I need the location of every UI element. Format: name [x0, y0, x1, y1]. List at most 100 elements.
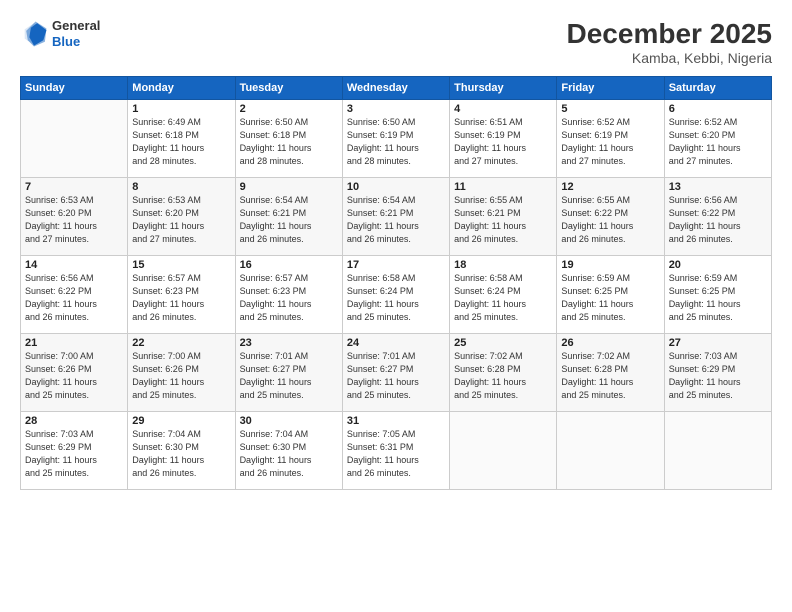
day-number: 16	[240, 259, 338, 271]
day-info: Sunrise: 6:57 AM Sunset: 6:23 PM Dayligh…	[240, 272, 338, 324]
day-number: 14	[25, 259, 123, 271]
calendar-cell: 26Sunrise: 7:02 AM Sunset: 6:28 PM Dayli…	[557, 334, 664, 412]
day-info: Sunrise: 6:54 AM Sunset: 6:21 PM Dayligh…	[347, 194, 445, 246]
day-number: 1	[132, 103, 230, 115]
day-info: Sunrise: 7:02 AM Sunset: 6:28 PM Dayligh…	[561, 350, 659, 402]
day-number: 4	[454, 103, 552, 115]
calendar-cell: 15Sunrise: 6:57 AM Sunset: 6:23 PM Dayli…	[128, 256, 235, 334]
day-number: 3	[347, 103, 445, 115]
calendar-week-1: 1Sunrise: 6:49 AM Sunset: 6:18 PM Daylig…	[21, 100, 772, 178]
calendar-cell: 14Sunrise: 6:56 AM Sunset: 6:22 PM Dayli…	[21, 256, 128, 334]
page-subtitle: Kamba, Kebbi, Nigeria	[567, 50, 772, 66]
day-info: Sunrise: 6:53 AM Sunset: 6:20 PM Dayligh…	[25, 194, 123, 246]
calendar-week-4: 21Sunrise: 7:00 AM Sunset: 6:26 PM Dayli…	[21, 334, 772, 412]
day-info: Sunrise: 6:51 AM Sunset: 6:19 PM Dayligh…	[454, 116, 552, 168]
day-number: 22	[132, 337, 230, 349]
page: General Blue December 2025 Kamba, Kebbi,…	[0, 0, 792, 612]
day-number: 28	[25, 415, 123, 427]
day-info: Sunrise: 6:54 AM Sunset: 6:21 PM Dayligh…	[240, 194, 338, 246]
day-number: 26	[561, 337, 659, 349]
calendar-week-3: 14Sunrise: 6:56 AM Sunset: 6:22 PM Dayli…	[21, 256, 772, 334]
weekday-header-monday: Monday	[128, 77, 235, 100]
day-info: Sunrise: 7:00 AM Sunset: 6:26 PM Dayligh…	[25, 350, 123, 402]
day-number: 18	[454, 259, 552, 271]
day-info: Sunrise: 7:01 AM Sunset: 6:27 PM Dayligh…	[347, 350, 445, 402]
calendar-cell: 18Sunrise: 6:58 AM Sunset: 6:24 PM Dayli…	[450, 256, 557, 334]
calendar-cell: 11Sunrise: 6:55 AM Sunset: 6:21 PM Dayli…	[450, 178, 557, 256]
day-info: Sunrise: 7:03 AM Sunset: 6:29 PM Dayligh…	[669, 350, 767, 402]
calendar-cell: 16Sunrise: 6:57 AM Sunset: 6:23 PM Dayli…	[235, 256, 342, 334]
day-number: 25	[454, 337, 552, 349]
day-info: Sunrise: 6:57 AM Sunset: 6:23 PM Dayligh…	[132, 272, 230, 324]
calendar-cell	[21, 100, 128, 178]
day-info: Sunrise: 6:55 AM Sunset: 6:22 PM Dayligh…	[561, 194, 659, 246]
calendar-cell: 29Sunrise: 7:04 AM Sunset: 6:30 PM Dayli…	[128, 412, 235, 490]
calendar-cell: 13Sunrise: 6:56 AM Sunset: 6:22 PM Dayli…	[664, 178, 771, 256]
day-number: 9	[240, 181, 338, 193]
calendar-cell: 23Sunrise: 7:01 AM Sunset: 6:27 PM Dayli…	[235, 334, 342, 412]
day-number: 31	[347, 415, 445, 427]
calendar-cell: 20Sunrise: 6:59 AM Sunset: 6:25 PM Dayli…	[664, 256, 771, 334]
day-info: Sunrise: 6:50 AM Sunset: 6:18 PM Dayligh…	[240, 116, 338, 168]
calendar-week-2: 7Sunrise: 6:53 AM Sunset: 6:20 PM Daylig…	[21, 178, 772, 256]
calendar-cell: 4Sunrise: 6:51 AM Sunset: 6:19 PM Daylig…	[450, 100, 557, 178]
calendar-cell	[450, 412, 557, 490]
calendar-cell: 7Sunrise: 6:53 AM Sunset: 6:20 PM Daylig…	[21, 178, 128, 256]
day-number: 15	[132, 259, 230, 271]
day-info: Sunrise: 6:55 AM Sunset: 6:21 PM Dayligh…	[454, 194, 552, 246]
day-info: Sunrise: 6:52 AM Sunset: 6:19 PM Dayligh…	[561, 116, 659, 168]
day-number: 13	[669, 181, 767, 193]
day-number: 5	[561, 103, 659, 115]
day-number: 27	[669, 337, 767, 349]
calendar-cell: 12Sunrise: 6:55 AM Sunset: 6:22 PM Dayli…	[557, 178, 664, 256]
weekday-header-saturday: Saturday	[664, 77, 771, 100]
day-info: Sunrise: 6:52 AM Sunset: 6:20 PM Dayligh…	[669, 116, 767, 168]
day-info: Sunrise: 6:59 AM Sunset: 6:25 PM Dayligh…	[561, 272, 659, 324]
day-info: Sunrise: 7:04 AM Sunset: 6:30 PM Dayligh…	[132, 428, 230, 480]
day-number: 2	[240, 103, 338, 115]
calendar-cell: 25Sunrise: 7:02 AM Sunset: 6:28 PM Dayli…	[450, 334, 557, 412]
title-block: December 2025 Kamba, Kebbi, Nigeria	[567, 18, 772, 66]
day-number: 6	[669, 103, 767, 115]
day-info: Sunrise: 7:00 AM Sunset: 6:26 PM Dayligh…	[132, 350, 230, 402]
calendar-cell: 9Sunrise: 6:54 AM Sunset: 6:21 PM Daylig…	[235, 178, 342, 256]
day-info: Sunrise: 6:56 AM Sunset: 6:22 PM Dayligh…	[25, 272, 123, 324]
calendar-cell: 22Sunrise: 7:00 AM Sunset: 6:26 PM Dayli…	[128, 334, 235, 412]
calendar-week-5: 28Sunrise: 7:03 AM Sunset: 6:29 PM Dayli…	[21, 412, 772, 490]
day-info: Sunrise: 7:03 AM Sunset: 6:29 PM Dayligh…	[25, 428, 123, 480]
page-title: December 2025	[567, 18, 772, 50]
day-number: 12	[561, 181, 659, 193]
day-info: Sunrise: 6:53 AM Sunset: 6:20 PM Dayligh…	[132, 194, 230, 246]
calendar-cell: 6Sunrise: 6:52 AM Sunset: 6:20 PM Daylig…	[664, 100, 771, 178]
calendar-cell: 19Sunrise: 6:59 AM Sunset: 6:25 PM Dayli…	[557, 256, 664, 334]
day-number: 30	[240, 415, 338, 427]
calendar-cell: 2Sunrise: 6:50 AM Sunset: 6:18 PM Daylig…	[235, 100, 342, 178]
calendar-cell	[664, 412, 771, 490]
day-number: 24	[347, 337, 445, 349]
logo: General Blue	[20, 18, 100, 49]
logo-text: General Blue	[52, 18, 100, 49]
weekday-header-tuesday: Tuesday	[235, 77, 342, 100]
day-number: 20	[669, 259, 767, 271]
day-info: Sunrise: 6:56 AM Sunset: 6:22 PM Dayligh…	[669, 194, 767, 246]
day-number: 19	[561, 259, 659, 271]
day-number: 29	[132, 415, 230, 427]
day-number: 10	[347, 181, 445, 193]
day-info: Sunrise: 6:58 AM Sunset: 6:24 PM Dayligh…	[347, 272, 445, 324]
day-info: Sunrise: 7:02 AM Sunset: 6:28 PM Dayligh…	[454, 350, 552, 402]
day-info: Sunrise: 6:59 AM Sunset: 6:25 PM Dayligh…	[669, 272, 767, 324]
weekday-header-wednesday: Wednesday	[342, 77, 449, 100]
header: General Blue December 2025 Kamba, Kebbi,…	[20, 18, 772, 66]
day-info: Sunrise: 7:05 AM Sunset: 6:31 PM Dayligh…	[347, 428, 445, 480]
day-number: 17	[347, 259, 445, 271]
day-number: 11	[454, 181, 552, 193]
day-info: Sunrise: 6:50 AM Sunset: 6:19 PM Dayligh…	[347, 116, 445, 168]
day-info: Sunrise: 6:49 AM Sunset: 6:18 PM Dayligh…	[132, 116, 230, 168]
calendar-cell: 3Sunrise: 6:50 AM Sunset: 6:19 PM Daylig…	[342, 100, 449, 178]
logo-general: General	[52, 18, 100, 34]
day-number: 23	[240, 337, 338, 349]
calendar-cell: 24Sunrise: 7:01 AM Sunset: 6:27 PM Dayli…	[342, 334, 449, 412]
calendar-cell: 8Sunrise: 6:53 AM Sunset: 6:20 PM Daylig…	[128, 178, 235, 256]
day-number: 21	[25, 337, 123, 349]
calendar-cell: 21Sunrise: 7:00 AM Sunset: 6:26 PM Dayli…	[21, 334, 128, 412]
